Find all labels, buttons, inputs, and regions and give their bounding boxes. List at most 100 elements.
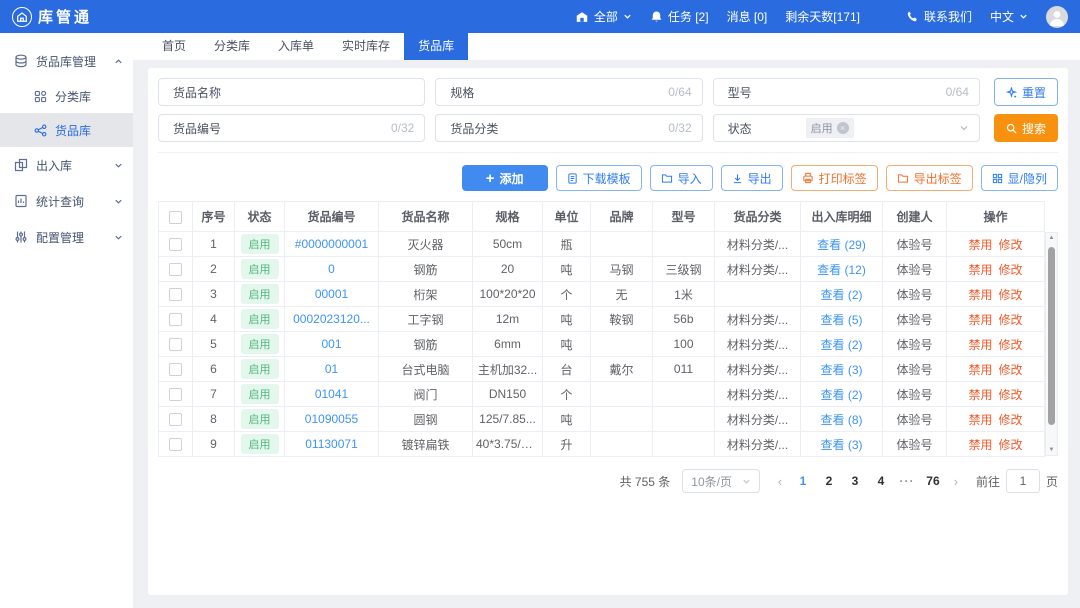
disable-link[interactable]: 禁用 <box>968 388 992 402</box>
print-label-button[interactable]: 打印标签 <box>791 165 878 191</box>
disable-link[interactable]: 禁用 <box>968 238 992 252</box>
tab-home[interactable]: 首页 <box>148 33 200 60</box>
sidebar-item-config-management[interactable]: 配置管理 <box>0 219 133 255</box>
row-checkbox[interactable] <box>169 388 182 401</box>
export-button[interactable]: 导出 <box>721 165 783 191</box>
disable-link[interactable]: 禁用 <box>968 438 992 452</box>
view-detail-link[interactable]: 查看 (3) <box>820 363 862 377</box>
tasks-menu[interactable]: 任务 [2] <box>650 8 709 25</box>
cell-brand <box>591 232 653 257</box>
page-number-4[interactable]: 4 <box>870 474 892 488</box>
goods-code-link[interactable]: 0 <box>328 262 335 276</box>
goods-code-link[interactable]: 0002023120... <box>293 312 370 326</box>
prev-page-button[interactable]: ‹ <box>772 474 788 489</box>
goto-page-input[interactable] <box>1006 469 1040 493</box>
goods-code-link[interactable]: 01 <box>325 362 338 376</box>
tab-goods-library[interactable]: 货品库 <box>404 33 468 60</box>
goods-code-link[interactable]: 00001 <box>315 287 348 301</box>
row-checkbox[interactable] <box>169 313 182 326</box>
sidebar-item-category-library[interactable]: 分类库 <box>0 79 133 113</box>
scroll-up-icon[interactable]: ▲ <box>1046 233 1057 243</box>
next-page-button[interactable]: › <box>948 474 964 489</box>
scrollbar-thumb[interactable] <box>1048 247 1055 425</box>
edit-link[interactable]: 修改 <box>999 338 1023 352</box>
app-logo: 库管通 <box>12 6 92 27</box>
page-number-1[interactable]: 1 <box>792 474 814 488</box>
view-detail-link[interactable]: 查看 (12) <box>817 263 866 277</box>
vertical-scrollbar[interactable]: ▲ ▼ <box>1045 232 1058 456</box>
sidebar-item-inout-warehouse[interactable]: 出入库 <box>0 147 133 183</box>
disable-link[interactable]: 禁用 <box>968 363 992 377</box>
tag-close-icon[interactable]: × <box>837 122 849 134</box>
disable-link[interactable]: 禁用 <box>968 313 992 327</box>
download-template-button[interactable]: 下载模板 <box>556 165 642 191</box>
sidebar-item-statistics-query[interactable]: 统计查询 <box>0 183 133 219</box>
view-detail-link[interactable]: 查看 (8) <box>820 413 862 427</box>
sidebar-item-goods-management[interactable]: 货品库管理 <box>0 43 133 79</box>
goods-name-input[interactable] <box>245 79 424 105</box>
goods-code-link[interactable]: 01041 <box>315 387 348 401</box>
row-checkbox[interactable] <box>169 413 182 426</box>
scroll-down-icon[interactable]: ▼ <box>1046 445 1057 455</box>
add-button[interactable]: 添加 <box>462 165 548 191</box>
edit-link[interactable]: 修改 <box>999 413 1023 427</box>
tab-realtime-stock[interactable]: 实时库存 <box>328 33 404 60</box>
edit-link[interactable]: 修改 <box>999 363 1023 377</box>
row-checkbox[interactable] <box>169 338 182 351</box>
edit-link[interactable]: 修改 <box>999 263 1023 277</box>
row-checkbox[interactable] <box>169 288 182 301</box>
page-number-2[interactable]: 2 <box>818 474 840 488</box>
toggle-columns-button[interactable]: 显/隐列 <box>981 165 1058 191</box>
goods-code-input[interactable] <box>245 115 391 141</box>
goods-code-link[interactable]: 01130071 <box>305 437 358 451</box>
disable-link[interactable]: 禁用 <box>968 413 992 427</box>
view-detail-link[interactable]: 查看 (2) <box>820 288 862 302</box>
goods-name-label: 货品名称 <box>159 84 245 101</box>
row-checkbox[interactable] <box>169 363 182 376</box>
status-select[interactable]: 状态 启用 × <box>713 114 980 142</box>
spec-input[interactable] <box>522 79 668 105</box>
view-detail-link[interactable]: 查看 (2) <box>820 388 862 402</box>
tab-category-library[interactable]: 分类库 <box>200 33 264 60</box>
export-label-button[interactable]: 导出标签 <box>886 165 973 191</box>
reset-button[interactable]: 重置 <box>994 78 1058 106</box>
contact-us-menu[interactable]: 联系我们 <box>906 8 972 25</box>
row-checkbox[interactable] <box>169 263 182 276</box>
page-number-76[interactable]: 76 <box>922 474 944 488</box>
page-number-3[interactable]: 3 <box>844 474 866 488</box>
view-detail-link[interactable]: 查看 (5) <box>820 313 862 327</box>
row-checkbox[interactable] <box>169 238 182 251</box>
disable-link[interactable]: 禁用 <box>968 338 992 352</box>
page-ellipsis[interactable]: ··· <box>896 474 918 488</box>
goods-category-input[interactable] <box>522 115 668 141</box>
sidebar-item-label: 统计查询 <box>36 193 84 210</box>
warehouse-scope-selector[interactable]: 全部 <box>575 8 632 25</box>
goods-code-link[interactable]: 001 <box>321 337 341 351</box>
view-detail-link[interactable]: 查看 (3) <box>820 438 862 452</box>
search-button[interactable]: 搜索 <box>994 114 1058 142</box>
edit-link[interactable]: 修改 <box>999 288 1023 302</box>
header-actions: 操作 <box>947 202 1045 232</box>
messages-menu[interactable]: 消息 [0] <box>727 8 768 25</box>
tab-inbound-order[interactable]: 入库单 <box>264 33 328 60</box>
view-detail-link[interactable]: 查看 (2) <box>820 338 862 352</box>
disable-link[interactable]: 禁用 <box>968 263 992 277</box>
disable-link[interactable]: 禁用 <box>968 288 992 302</box>
import-button[interactable]: 导入 <box>650 165 713 191</box>
edit-link[interactable]: 修改 <box>999 238 1023 252</box>
edit-link[interactable]: 修改 <box>999 438 1023 452</box>
view-detail-link[interactable]: 查看 (29) <box>817 238 866 252</box>
goods-code-link[interactable]: #0000000001 <box>295 237 368 251</box>
row-checkbox[interactable] <box>169 438 182 451</box>
model-field: 型号 0/64 <box>713 78 980 106</box>
sidebar-item-goods-library[interactable]: 货品库 <box>0 113 133 147</box>
edit-link[interactable]: 修改 <box>999 313 1023 327</box>
page-size-select[interactable]: 10条/页 <box>682 469 760 493</box>
days-left-indicator[interactable]: 剩余天数[171] <box>785 8 860 25</box>
user-avatar[interactable] <box>1046 6 1068 28</box>
model-input[interactable] <box>800 79 946 105</box>
select-all-checkbox[interactable] <box>169 211 182 224</box>
language-selector[interactable]: 中文 <box>990 8 1028 25</box>
edit-link[interactable]: 修改 <box>999 388 1023 402</box>
goods-code-link[interactable]: 01090055 <box>305 412 358 426</box>
